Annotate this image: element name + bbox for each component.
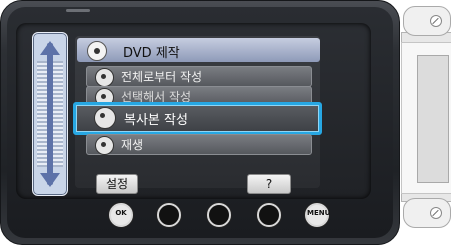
scroll-slider[interactable] [32, 32, 68, 196]
settings-button[interactable]: 설정 [96, 174, 138, 194]
menu-label: MENU [307, 209, 331, 217]
touch-button-3[interactable] [257, 203, 281, 227]
slider-rail [47, 43, 53, 185]
ok-label: OK [115, 209, 127, 217]
menu-item-create-all[interactable]: 전체로부터 작성 [86, 66, 312, 87]
hinge-mechanism [401, 0, 451, 245]
menu-item-playback[interactable]: 재생 [86, 134, 312, 155]
dvd-disc-icon [87, 41, 107, 61]
screw-icon [430, 207, 442, 219]
disc-icon [94, 107, 116, 129]
menu-title: DVD 제작 [123, 46, 180, 61]
touch-button-2[interactable] [207, 203, 231, 227]
scroll-down-arrow-icon[interactable] [40, 173, 60, 187]
hinge-upper-plate [403, 6, 451, 36]
menu-item-create-copy[interactable]: 복사본 작성 [73, 102, 322, 135]
menu-item-label: 재생 [121, 138, 144, 152]
menu-button[interactable]: MENU [305, 203, 331, 227]
menu-item-label: 전체로부터 작성 [121, 70, 203, 84]
menu-header: DVD 제작 [77, 38, 320, 62]
menu-item-label: 복사본 작성 [124, 113, 188, 128]
disc-icon [95, 136, 114, 155]
hinge-lower-plate [403, 198, 451, 228]
disc-icon [95, 68, 114, 87]
scroll-up-arrow-icon[interactable] [40, 41, 60, 55]
help-button[interactable]: ? [247, 174, 291, 194]
bezel-slot [66, 9, 90, 12]
screw-icon [430, 15, 442, 27]
touch-button-1[interactable] [157, 203, 181, 227]
ok-button[interactable]: OK [109, 203, 133, 227]
camcorder-lcd-panel: DVD 제작 전체로부터 작성 선택해서 작성 복사본 작성 재생 설정 ? O… [0, 0, 400, 245]
